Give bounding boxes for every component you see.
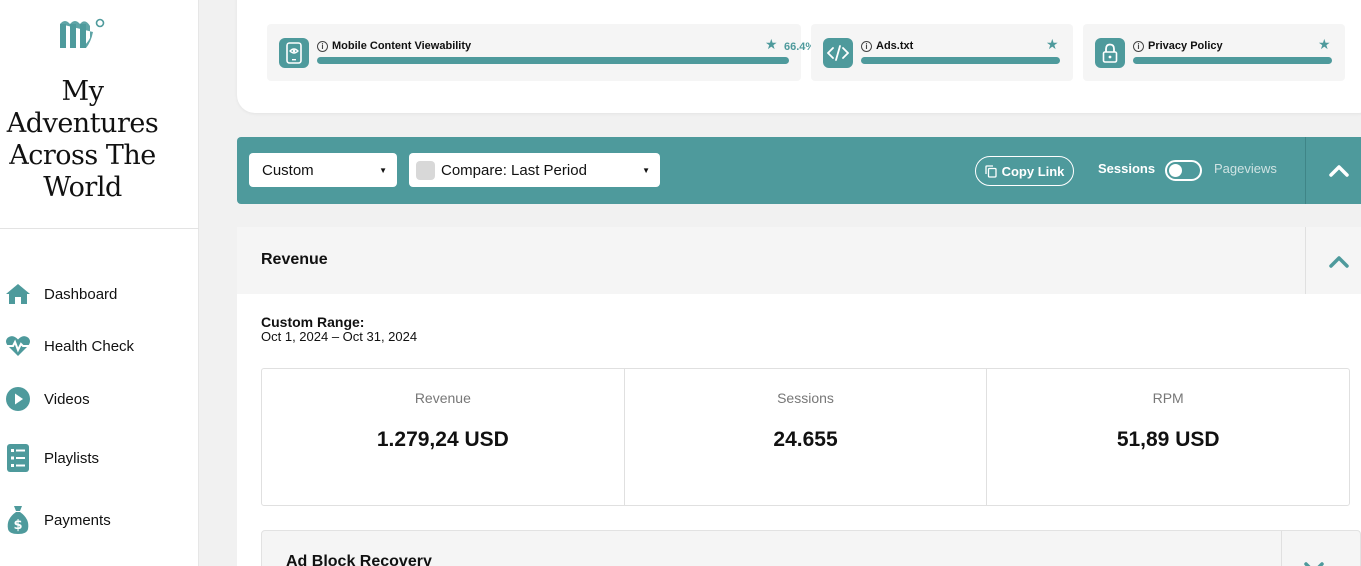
svg-text:$: $ (13, 518, 22, 533)
sidebar-item-label: Videos (44, 390, 90, 408)
stat-value: 1.279,24 USD (376, 428, 509, 451)
sidebar-item-label: Payments (44, 511, 111, 529)
copy-link-button[interactable]: Copy Link (975, 156, 1074, 186)
stat-value: 51,89 USD (1116, 428, 1220, 451)
copy-link-label: Copy Link (1001, 163, 1065, 179)
revenue-title: Revenue (261, 251, 328, 268)
tile-label: Ads.txt (876, 40, 914, 52)
progress-bar (861, 57, 1060, 64)
list-icon (5, 444, 31, 472)
health-check-card: i Mobile Content Viewability ★ 66.4% i Ads… (237, 0, 1361, 113)
sidebar-item-videos[interactable]: Videos (0, 381, 199, 417)
money-bag-icon: $ (5, 506, 31, 534)
divider (1281, 531, 1282, 566)
info-icon[interactable]: i (1133, 40, 1144, 52)
stat-rpm: RPM 51,89 USD (987, 369, 1349, 505)
range-value: Oct 1, 2024 – Oct 31, 2024 (261, 329, 418, 344)
sidebar-item-label: Health Check (44, 337, 135, 355)
sidebar-item-payments[interactable]: $ Payments (0, 502, 199, 538)
tile-privacy-policy[interactable]: i Privacy Policy ★ (1083, 24, 1345, 81)
chevron-up-icon[interactable] (1327, 250, 1351, 274)
toggle-label-pageviews: Pageviews (1214, 161, 1277, 176)
compare-select[interactable]: Compare: Last Period ▼ (409, 153, 660, 187)
sidebar-item-label: Dashboard (44, 285, 118, 303)
stat-label: Sessions (777, 390, 834, 406)
range-label: Custom Range: (261, 314, 365, 330)
play-icon (5, 386, 31, 412)
home-icon (5, 281, 31, 307)
revenue-header[interactable]: Revenue (237, 227, 1361, 294)
stat-label: RPM (1152, 390, 1184, 406)
sidebar-item-health-check[interactable]: Health Check (0, 328, 199, 364)
chevron-down-icon[interactable] (1302, 556, 1326, 566)
lock-icon (1095, 38, 1125, 68)
stats-grid: Revenue 1.279,24 USD Sessions 24.655 RPM… (261, 368, 1350, 506)
caret-down-icon: ▼ (642, 165, 650, 175)
sessions-pageviews-toggle[interactable] (1165, 160, 1202, 181)
period-select-value: Custom (262, 161, 314, 179)
filter-bar: Custom ▼ Compare: Last Period ▼ Copy Lin… (237, 137, 1361, 204)
progress-bar (317, 57, 789, 64)
tile-label: Privacy Policy (1148, 40, 1223, 52)
caret-down-icon: ▼ (379, 165, 387, 175)
site-title: My Adventures Across The World (6, 76, 159, 203)
toggle-knob (1169, 164, 1182, 177)
divider (1305, 137, 1306, 204)
ad-block-recovery-card[interactable]: Ad Block Recovery (261, 530, 1361, 566)
revenue-card: Revenue Custom Range: Oct 1, 2024 – Oct … (237, 227, 1361, 566)
stat-label: Revenue (414, 390, 471, 406)
stat-revenue: Revenue 1.279,24 USD (262, 369, 625, 505)
sidebar-item-playlists[interactable]: Playlists (0, 440, 199, 476)
copy-icon (984, 164, 997, 178)
heartbeat-icon (5, 333, 31, 359)
info-icon[interactable]: i (317, 40, 328, 52)
progress-bar (1133, 57, 1332, 64)
divider (1305, 227, 1306, 294)
info-icon[interactable]: i (861, 40, 872, 52)
mobile-eye-icon (279, 38, 309, 68)
brand-logo-icon[interactable] (57, 16, 107, 52)
period-select[interactable]: Custom ▼ (249, 153, 397, 187)
star-icon: ★ (1046, 36, 1059, 52)
ad-block-title: Ad Block Recovery (286, 553, 432, 566)
sidebar-divider (0, 228, 199, 229)
tile-ads-txt[interactable]: i Ads.txt ★ (811, 24, 1073, 81)
sidebar-item-label: Playlists (44, 449, 100, 467)
compare-color-swatch (416, 160, 435, 180)
code-icon (823, 38, 853, 68)
compare-select-value: Compare: Last Period (441, 161, 587, 179)
tile-mobile-content-viewability[interactable]: i Mobile Content Viewability ★ 66.4% (267, 24, 815, 81)
star-icon: ★ (765, 36, 778, 52)
stat-value: 24.655 (773, 428, 838, 451)
stat-sessions: Sessions 24.655 (625, 369, 988, 505)
sidebar-item-dashboard[interactable]: Dashboard (0, 276, 199, 312)
chevron-up-icon[interactable] (1327, 159, 1351, 183)
tile-label: Mobile Content Viewability (332, 40, 472, 52)
sidebar: My Adventures Across The World Dashboard… (0, 0, 199, 566)
star-icon: ★ (1318, 36, 1331, 52)
toggle-label-sessions: Sessions (1098, 161, 1156, 176)
